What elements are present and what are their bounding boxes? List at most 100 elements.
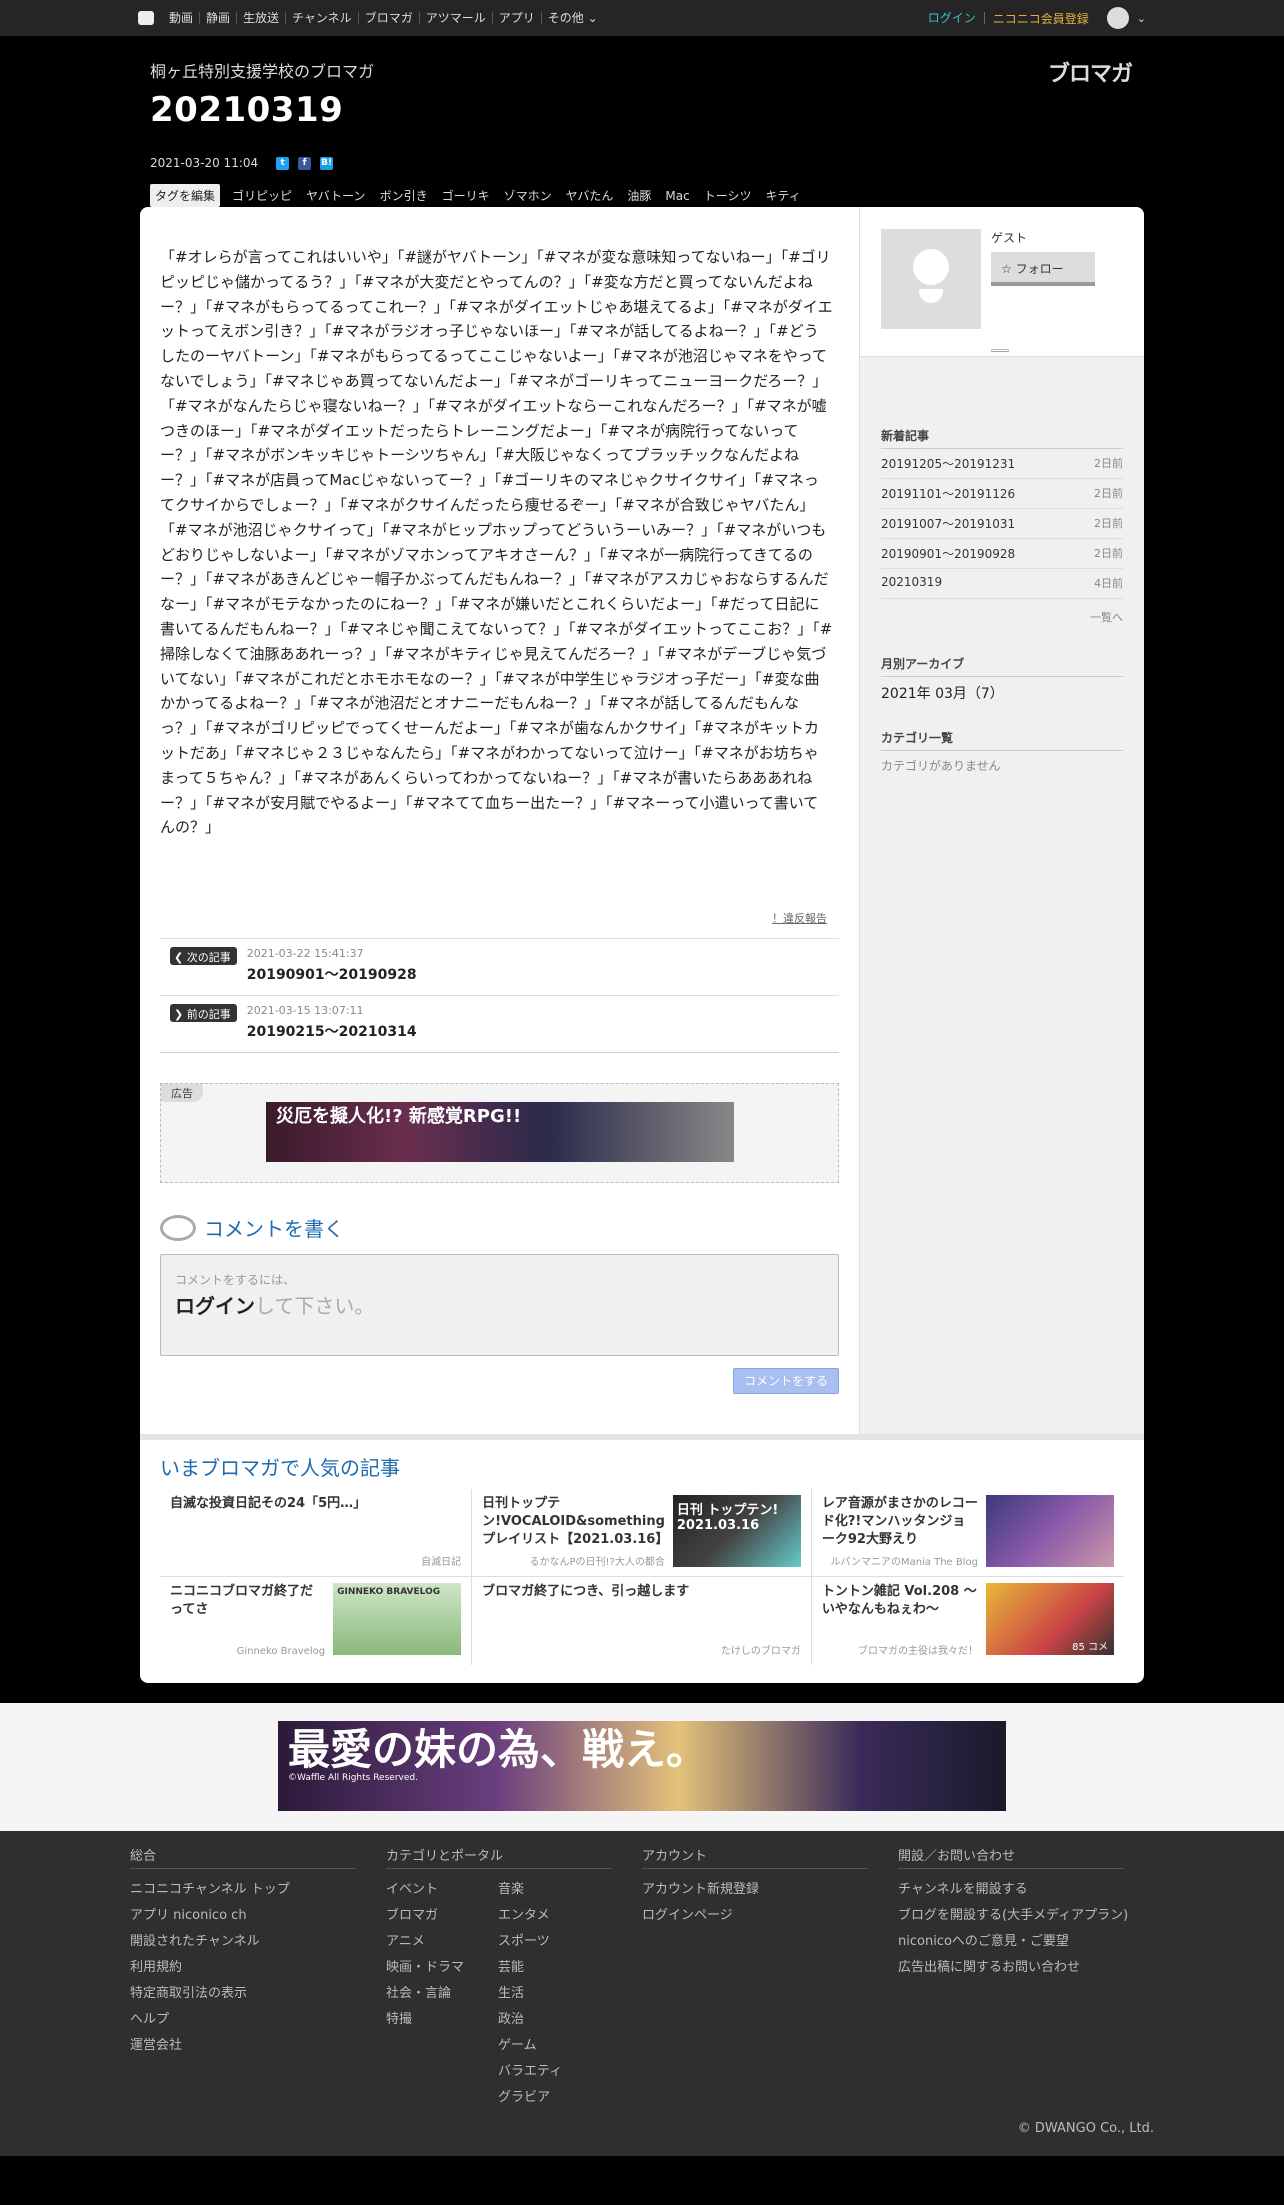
ad-banner[interactable]: 災厄を擬人化!? 新感覚RPG!! xyxy=(266,1102,734,1163)
popular-articles: いまブロマガで人気の記事 自滅な投資日記その24「5円…」 自滅日記 日刊トップ… xyxy=(140,1434,1144,1684)
footer-link[interactable]: 政治 xyxy=(498,2007,610,2033)
footer-link[interactable]: アカウント新規登録 xyxy=(642,1877,884,1903)
footer-link[interactable]: バラエティ xyxy=(498,2059,610,2085)
popular-item[interactable]: トントン雑記 Vol.208 ～いやなんもねぇわ～ 85 コメ ブロマガの主役は… xyxy=(812,1577,1124,1665)
prev-article[interactable]: ❯ 前の記事 2021-03-15 13:07:11 20190215～2021… xyxy=(160,996,839,1054)
popular-item-source: Ginneko Bravelog xyxy=(236,1646,326,1658)
footer-link[interactable]: ログインページ xyxy=(642,1903,884,1929)
next-badge-label: 次の記事 xyxy=(186,951,231,965)
tag-item[interactable]: ヤバたん xyxy=(566,187,614,204)
footer-link[interactable]: グラビア xyxy=(498,2085,610,2111)
tag-item[interactable]: 油豚 xyxy=(627,187,651,204)
bottom-ad-banner[interactable]: 最愛の妹の為、戦え。 ©Waffle All Rights Reserved. xyxy=(278,1721,1006,1812)
nav-live[interactable]: 生放送 xyxy=(236,12,285,24)
tag-item[interactable]: ゴーリキ xyxy=(442,187,490,204)
footer-link[interactable]: 特定商取引法の表示 xyxy=(130,1981,372,2007)
footer-category-left: イベント ブロマガ アニメ 映画・ドラマ 社会・言論 特撮 xyxy=(386,1877,498,2111)
comment-submit-button[interactable]: コメントをする xyxy=(733,1368,839,1395)
archive-section: 月別アーカイブ 2021年 03月（7） xyxy=(860,655,1144,709)
twitter-icon[interactable]: t xyxy=(276,156,290,170)
popular-item[interactable]: 日刊トップテン!VOCALOID&something プレイリスト【2021.0… xyxy=(472,1489,812,1578)
report-link[interactable]: ！違反報告 xyxy=(160,910,839,926)
tag-edit-button[interactable]: タグを編集 xyxy=(150,184,221,207)
prev-badge-label: 前の記事 xyxy=(186,1008,231,1022)
user-avatar-icon[interactable] xyxy=(1106,7,1129,29)
tag-item[interactable]: ヤバトーン xyxy=(306,187,366,204)
comment-input[interactable]: コメントをするには、 ログインして下さい。 xyxy=(160,1254,839,1357)
recent-item[interactable]: 20191205～20191231 2日前 xyxy=(881,449,1123,479)
footer-link[interactable]: 生活 xyxy=(498,1981,610,2007)
footer-link[interactable]: 映画・ドラマ xyxy=(386,1955,498,1981)
sidebar: ゲスト ☆ フォロー ═══ 新着記事 20191205～20191231 2日前… xyxy=(859,207,1144,1435)
tag-item[interactable]: ゴリピッピ xyxy=(232,187,292,204)
nav-douga[interactable]: 動画 xyxy=(163,12,199,24)
comment-hint: コメントをするには、 xyxy=(175,1273,296,1288)
next-article[interactable]: ❮ 次の記事 2021-03-22 15:41:37 20190901～2019… xyxy=(160,939,839,997)
follow-button[interactable]: ☆ フォロー xyxy=(991,252,1095,286)
register-link[interactable]: ニコニコ会員登録 xyxy=(985,10,1097,27)
recent-item-title: 20191007～20191031 xyxy=(881,517,1016,531)
footer-link[interactable]: アプリ niconico ch xyxy=(130,1903,372,1929)
recent-item-ago: 2日前 xyxy=(1094,487,1123,500)
footer-link[interactable]: イベント xyxy=(386,1877,498,1903)
archive-item[interactable]: 2021年 03月（7） xyxy=(881,677,1123,709)
next-title[interactable]: 20190901～20190928 xyxy=(247,964,417,984)
login-link[interactable]: ログイン xyxy=(920,12,985,24)
footer-link[interactable]: 開設されたチャンネル xyxy=(130,1929,372,1955)
hatena-bookmark-icon[interactable]: B! xyxy=(320,156,334,170)
popular-item-thumbnail: GINNEKO BRAVELOG xyxy=(333,1583,462,1656)
tag-item[interactable]: ゾマホン xyxy=(504,187,552,204)
chevron-down-icon[interactable]: ⌄ xyxy=(1137,12,1146,25)
footer-link[interactable]: ヘルプ xyxy=(130,2007,372,2033)
tag-item[interactable]: キティ xyxy=(765,187,800,204)
popular-item[interactable]: 自滅な投資日記その24「5円…」 自滅日記 xyxy=(160,1489,473,1578)
facebook-icon[interactable]: f xyxy=(298,156,312,170)
footer-link[interactable]: ブロマガ xyxy=(386,1903,498,1929)
footer-link[interactable]: 芸能 xyxy=(498,1955,610,1981)
footer-link[interactable]: ゲーム xyxy=(498,2033,610,2059)
comment-login-link[interactable]: ログイン xyxy=(175,1294,255,1318)
prev-title[interactable]: 20190215～20210314 xyxy=(247,1021,417,1041)
footer-link[interactable]: 特撮 xyxy=(386,2007,498,2033)
recent-item[interactable]: 20191007～20191031 2日前 xyxy=(881,509,1123,539)
popular-item[interactable]: ブロマガ終了につき、引っ越します たけしのブロマガ xyxy=(472,1577,812,1666)
footer-link[interactable]: 音楽 xyxy=(498,1877,610,1903)
recent-more-link[interactable]: 一覧へ xyxy=(881,609,1123,625)
tag-item[interactable]: ボン引き xyxy=(380,187,428,204)
blomaga-logo[interactable]: ブロマガ xyxy=(1048,56,1133,88)
nav-seiga[interactable]: 静画 xyxy=(199,12,236,24)
nav-channel[interactable]: チャンネル xyxy=(285,12,358,24)
nav-app[interactable]: アプリ xyxy=(491,12,541,24)
niconico-home-icon[interactable] xyxy=(138,11,154,25)
footer-link[interactable]: 運営会社 xyxy=(130,2033,372,2059)
expand-handle-icon[interactable]: ═══ xyxy=(980,346,1020,366)
footer-link[interactable]: ブログを開設する(大手メディアプラン) xyxy=(898,1903,1140,1929)
article-meta: 2021-03-20 11:04 t f B! xyxy=(150,156,1144,170)
popular-item[interactable]: ニコニコブロマガ終了だってさ GINNEKO BRAVELOG Ginneko … xyxy=(160,1577,473,1666)
footer-link[interactable]: チャンネルを開設する xyxy=(898,1877,1140,1903)
footer-link[interactable]: ニコニコチャンネル トップ xyxy=(130,1877,372,1903)
footer-link[interactable]: 利用規約 xyxy=(130,1955,372,1981)
footer-link[interactable]: niconicoへのご意見・ご要望 xyxy=(898,1929,1140,1955)
recent-title: 新着記事 xyxy=(881,427,1123,449)
footer-link[interactable]: 広告出稿に関するお問い合わせ xyxy=(898,1955,1140,1981)
comment-title: コメントを書く xyxy=(204,1217,344,1242)
recent-item[interactable]: 20210319 4日前 xyxy=(881,569,1123,599)
channel-name[interactable]: 桐ヶ丘特別支援学校のブロマガ xyxy=(150,58,1144,82)
tag-item[interactable]: Mac xyxy=(665,189,689,203)
footer-link[interactable]: 社会・言論 xyxy=(386,1981,498,2007)
popular-item[interactable]: レア音源がまさかのレコード化?!マンハッタンジョーク92大野えり ルパンマニアの… xyxy=(811,1489,1124,1578)
footer-link[interactable]: エンタメ xyxy=(498,1903,610,1929)
footer-link[interactable]: アニメ xyxy=(386,1929,498,1955)
nav-atsumaru[interactable]: アツマール xyxy=(418,12,492,24)
nav-blomaga[interactable]: ブロマガ xyxy=(357,12,419,24)
tag-item[interactable]: トーシツ xyxy=(704,187,752,204)
nav-more[interactable]: その他 ⌄ xyxy=(540,11,604,25)
chevron-down-icon: ⌄ xyxy=(587,11,598,25)
recent-item[interactable]: 20191101～20191126 2日前 xyxy=(881,479,1123,509)
recent-item-title: 20210319 xyxy=(881,575,943,589)
popular-item-thumbnail: 日刊 トップテン! 2021.03.16 xyxy=(672,1495,801,1568)
footer-link[interactable]: スポーツ xyxy=(498,1929,610,1955)
recent-item[interactable]: 20190901～20190928 2日前 xyxy=(881,539,1123,569)
